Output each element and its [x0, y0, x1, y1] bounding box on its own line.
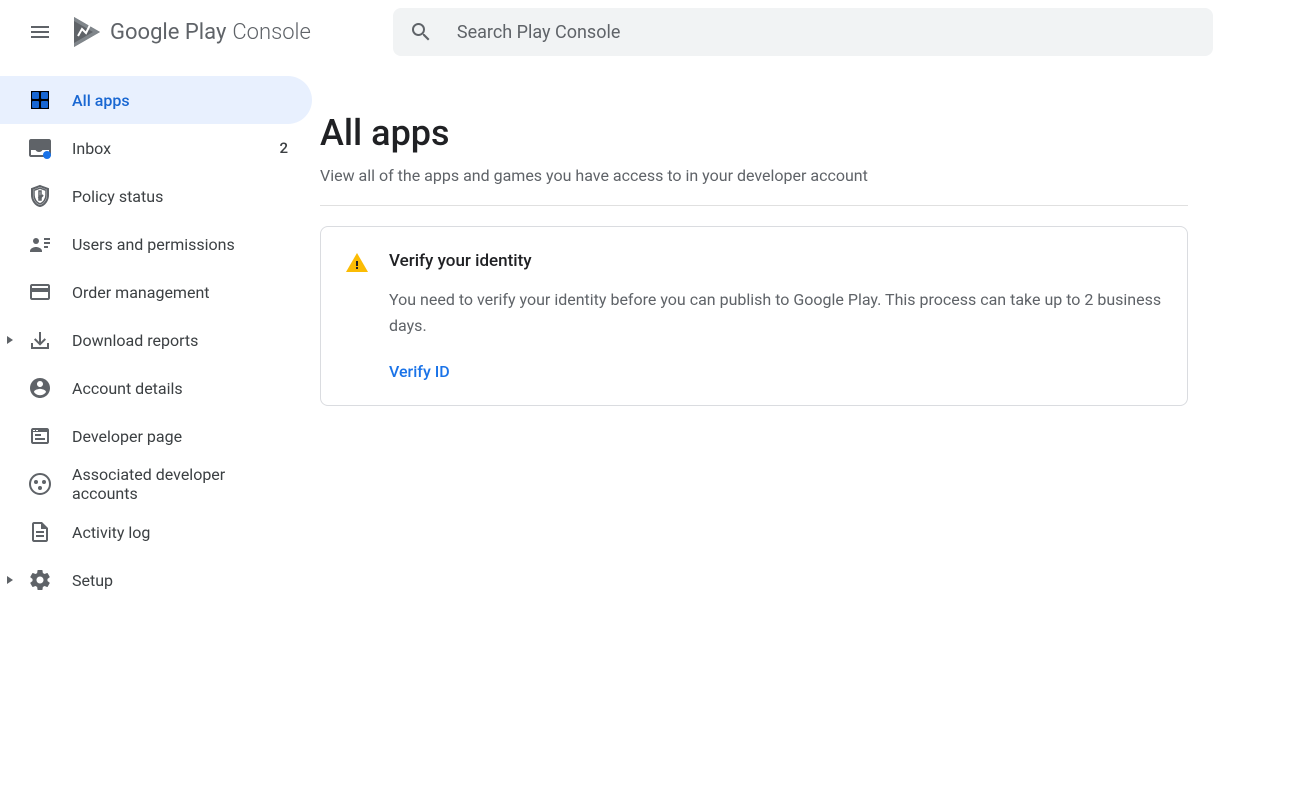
sidebar-item-inbox[interactable]: Inbox 2: [0, 124, 312, 172]
page-title: All apps: [320, 112, 1188, 154]
sidebar-item-label: Policy status: [72, 187, 288, 206]
page-subtitle: View all of the apps and games you have …: [320, 166, 1188, 185]
sidebar-item-label: Developer page: [72, 427, 288, 446]
search-input[interactable]: [457, 22, 1197, 43]
shield-icon: [28, 184, 52, 208]
inbox-icon: [28, 136, 52, 160]
hamburger-icon: [28, 20, 52, 44]
web-page-icon: [28, 424, 52, 448]
sidebar-item-associated-accounts[interactable]: Associated developer accounts: [0, 460, 312, 508]
expand-icon: [2, 572, 18, 588]
sidebar-item-developer-page[interactable]: Developer page: [0, 412, 312, 460]
sidebar-item-label: All apps: [72, 91, 288, 110]
users-icon: [28, 232, 52, 256]
sidebar-item-all-apps[interactable]: All apps: [0, 76, 312, 124]
verify-identity-alert: Verify your identity You need to verify …: [320, 226, 1188, 406]
linked-accounts-icon: [28, 472, 52, 496]
sidebar-item-activity-log[interactable]: Activity log: [0, 508, 312, 556]
sidebar-item-label: Download reports: [72, 331, 288, 350]
gear-icon: [28, 568, 52, 592]
search-icon: [409, 20, 433, 44]
play-console-logo-icon: [72, 15, 102, 49]
account-icon: [28, 376, 52, 400]
sidebar-item-label: Account details: [72, 379, 288, 398]
sidebar-item-download-reports[interactable]: Download reports: [0, 316, 312, 364]
download-icon: [28, 328, 52, 352]
apps-icon: [28, 88, 52, 112]
sidebar: All apps Inbox 2 Policy status Users and…: [0, 64, 320, 604]
sidebar-item-label: Activity log: [72, 523, 288, 542]
logo[interactable]: Google Play Console: [72, 15, 311, 49]
sidebar-item-policy-status[interactable]: Policy status: [0, 172, 312, 220]
search-bar[interactable]: [393, 8, 1213, 56]
hamburger-menu-button[interactable]: [16, 8, 64, 56]
warning-icon: [345, 251, 369, 275]
expand-icon: [2, 332, 18, 348]
sidebar-item-label: Setup: [72, 571, 288, 590]
logo-text-brand: Google Play: [110, 20, 226, 45]
sidebar-item-label: Order management: [72, 283, 288, 302]
alert-text: You need to verify your identity before …: [389, 287, 1163, 338]
verify-id-link[interactable]: Verify ID: [389, 362, 450, 381]
sidebar-item-users-permissions[interactable]: Users and permissions: [0, 220, 312, 268]
sidebar-item-label: Users and permissions: [72, 235, 288, 254]
divider: [320, 205, 1188, 206]
inbox-count-badge: 2: [279, 139, 288, 157]
logo-text-product: Console: [232, 20, 311, 45]
main-content: All apps View all of the apps and games …: [320, 64, 1220, 604]
sidebar-item-order-management[interactable]: Order management: [0, 268, 312, 316]
sidebar-item-label: Associated developer accounts: [72, 465, 288, 503]
sidebar-item-label: Inbox: [72, 139, 279, 158]
credit-card-icon: [28, 280, 52, 304]
sidebar-item-account-details[interactable]: Account details: [0, 364, 312, 412]
sidebar-item-setup[interactable]: Setup: [0, 556, 312, 604]
document-icon: [28, 520, 52, 544]
notification-dot: [43, 151, 51, 159]
alert-title: Verify your identity: [389, 251, 1163, 271]
